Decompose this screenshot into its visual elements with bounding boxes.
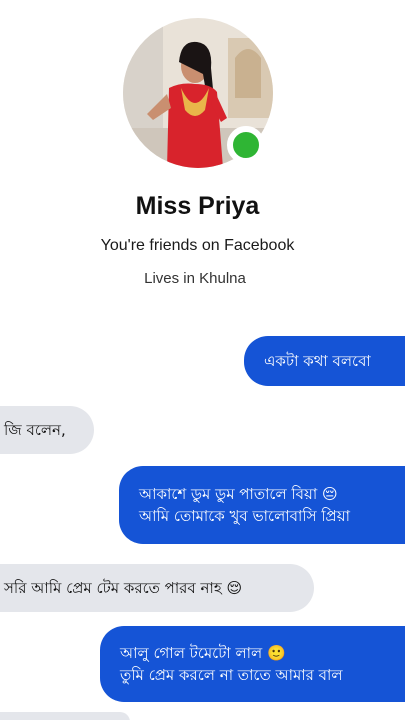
outgoing-message-bubble[interactable]: আকাশে ডুম ডুম পাতালে বিয়া 😔 আমি তোমাকে … <box>119 466 405 544</box>
message-text: সরি আমি প্রেম টেম করতে পারব নাহ 😌 <box>4 579 243 597</box>
online-status-dot <box>227 126 265 164</box>
friends-status-text: You're friends on Facebook <box>100 237 295 254</box>
message-text-line: তুমি প্রেম করলে না তাতে আমার বাল <box>120 666 343 684</box>
message-text: জি বলেন, <box>4 421 66 439</box>
message-text-line: আলু গোল টমেটো লাল 🙂 <box>120 644 286 662</box>
incoming-message-bubble[interactable]: সরি আমি প্রেম টেম করতে পারব নাহ 😌 <box>0 564 314 612</box>
outgoing-message-bubble[interactable]: একটা কথা বলবো <box>244 336 405 386</box>
chat-screen: Miss Priya You're friends on Facebook Li… <box>0 0 405 720</box>
incoming-message-bubble-partial[interactable] <box>0 712 130 720</box>
location-text: Lives in Khulna <box>144 270 246 287</box>
outgoing-message-bubble[interactable]: আলু গোল টমেটো লাল 🙂 তুমি প্রেম করলে না ত… <box>100 626 405 702</box>
message-text-line: আমি তোমাকে খুব ভালোবাসি প্রিয়া <box>139 507 350 525</box>
message-text-line: আকাশে ডুম ডুম পাতালে বিয়া 😔 <box>139 485 338 503</box>
profile-header-avatar[interactable] <box>123 18 273 168</box>
incoming-message-bubble[interactable]: জি বলেন, <box>0 406 94 454</box>
profile-name[interactable]: Miss Priya <box>0 192 395 221</box>
message-text: একটা কথা বলবো <box>264 352 371 370</box>
